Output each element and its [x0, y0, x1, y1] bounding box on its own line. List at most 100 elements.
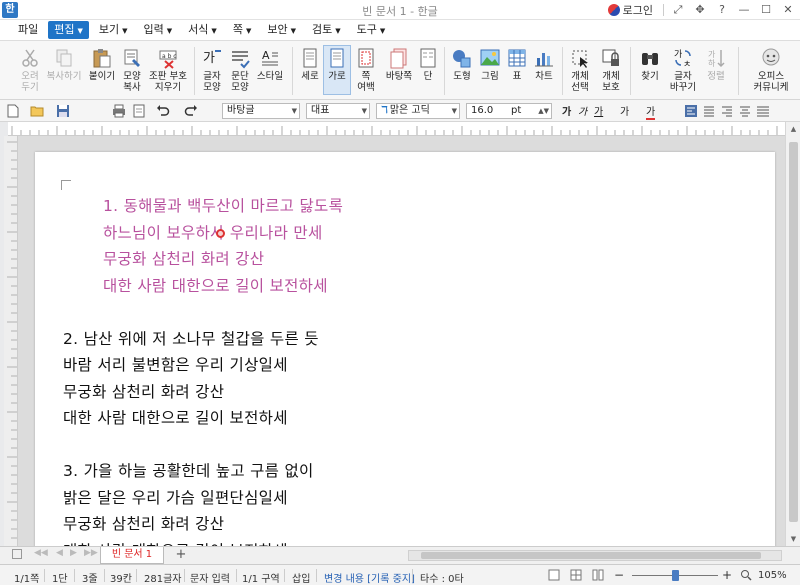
font-size-combo[interactable]: 16.0 pt ▲▼: [466, 103, 552, 119]
align-justify-icon[interactable]: [702, 104, 716, 118]
format-copy-button[interactable]: 모양 복사: [118, 47, 146, 93]
replace-button[interactable]: 가ㅊ 글자 바꾸기: [666, 47, 700, 93]
table-button[interactable]: 표: [503, 47, 531, 82]
para-shape-button[interactable]: 문단 모양: [226, 47, 254, 93]
doc-line[interactable]: 대한 사람 대한으로 길이 보전하세: [103, 274, 328, 296]
minimize-button[interactable]: —: [734, 2, 754, 18]
italic-button[interactable]: 가: [578, 103, 587, 118]
columns-button[interactable]: 단: [414, 47, 442, 82]
fullscreen-icon[interactable]: ⤢: [668, 2, 688, 18]
help-icon[interactable]: ?: [712, 2, 732, 18]
menu-item-7[interactable]: 검토 ▼: [306, 21, 347, 39]
status-insert[interactable]: 삽입: [292, 570, 310, 585]
doc-tab[interactable]: 빈 문서 1: [100, 547, 164, 564]
undo-icon[interactable]: [156, 104, 170, 118]
menu-item-4[interactable]: 서식 ▼: [182, 21, 223, 39]
preview-icon[interactable]: [132, 104, 146, 118]
close-button[interactable]: ✕: [778, 2, 798, 18]
print-icon[interactable]: [112, 104, 126, 118]
doc-line[interactable]: 3. 가을 하늘 공활한데 높고 구름 없이: [63, 459, 314, 481]
style-combo[interactable]: 바탕글 ▼: [222, 103, 300, 119]
document-area[interactable]: 1. 동해물과 백두산이 마르고 닳도록하느님이 보우하사 우리나라 만세무궁화…: [18, 136, 785, 546]
view-multipage-icon[interactable]: [592, 569, 604, 581]
office-communicator-button[interactable]: 오피스 커뮤니케: [746, 47, 796, 93]
bold-button[interactable]: 가: [562, 103, 571, 118]
vertical-scrollbar[interactable]: ▲ ▼: [785, 122, 800, 546]
zoom-level[interactable]: 105%: [758, 570, 787, 581]
style-button[interactable]: A 스타일: [255, 47, 285, 82]
add-tab-button[interactable]: +: [174, 548, 188, 562]
scroll-down-icon[interactable]: ▼: [786, 532, 800, 546]
menu-item-1[interactable]: 편집 ▼: [48, 21, 89, 39]
doc-line[interactable]: 대한 사람 대한으로 길이 보전하세: [63, 539, 288, 547]
tab-nav-next-icon[interactable]: ▶: [70, 548, 77, 558]
vertical-ruler[interactable]: [4, 136, 18, 546]
doc-line[interactable]: 하느님이 보우하사 우리나라 만세: [103, 221, 323, 243]
picture-button[interactable]: 그림: [476, 47, 504, 82]
portrait-button[interactable]: 세로: [296, 47, 324, 82]
clear-marks-button[interactable]: a b c 조판 부호 지우기: [148, 47, 188, 93]
paste-button[interactable]: 붙이기: [88, 47, 116, 82]
select-object-button[interactable]: 개체 선택: [566, 47, 594, 93]
doc-line[interactable]: 1. 동해물과 백두산이 마르고 닳도록: [103, 194, 343, 216]
zoom-out-icon[interactable]: −: [614, 568, 624, 582]
sort-button[interactable]: 가하 정렬: [702, 47, 730, 82]
protect-object-button[interactable]: 개체 보호: [597, 47, 625, 93]
status-page[interactable]: 1/1쪽: [14, 570, 39, 585]
open-folder-icon[interactable]: [30, 104, 44, 118]
landscape-button[interactable]: 가로: [323, 45, 351, 95]
menu-item-5[interactable]: 쪽 ▼: [227, 21, 258, 39]
redo-icon[interactable]: [184, 104, 198, 118]
cut-button[interactable]: 오려 두기: [16, 47, 44, 93]
tab-nav-prev-icon[interactable]: ◀: [56, 548, 63, 558]
document-page[interactable]: 1. 동해물과 백두산이 마르고 닳도록하느님이 보우하사 우리나라 만세무궁화…: [35, 152, 775, 546]
menu-item-8[interactable]: 도구 ▼: [351, 21, 392, 39]
shape-button[interactable]: 도형: [448, 47, 476, 82]
login-button[interactable]: 로그인: [606, 2, 659, 18]
hscroll-thumb[interactable]: [421, 552, 761, 559]
maximize-button[interactable]: ☐: [756, 2, 776, 18]
horizontal-scrollbar[interactable]: [408, 550, 782, 561]
view-mode-icon[interactable]: [12, 549, 22, 559]
zoom-search-icon[interactable]: [740, 569, 752, 581]
master-page-button[interactable]: 바탕쪽: [382, 47, 416, 82]
move-icon[interactable]: ✥: [690, 2, 710, 18]
doc-line[interactable]: 밝은 달은 우리 가슴 일편단심일세: [63, 486, 288, 508]
underline-button[interactable]: 가: [594, 103, 603, 118]
menu-item-2[interactable]: 보기 ▼: [93, 21, 134, 39]
doc-line[interactable]: 바람 서리 불변함은 우리 기상일세: [63, 353, 288, 375]
menu-item-0[interactable]: 파일: [12, 21, 44, 39]
char-shape-button[interactable]: 가 글자 모양: [198, 47, 226, 93]
text-color-button[interactable]: 가: [646, 103, 656, 120]
tab-nav-last-icon[interactable]: ▶▶: [84, 548, 98, 558]
doc-line[interactable]: 2. 남산 위에 저 소나무 철갑을 두른 듯: [63, 327, 319, 349]
doc-line[interactable]: 무궁화 삼천리 화려 강산: [63, 512, 224, 534]
align-center-icon[interactable]: [738, 104, 752, 118]
scroll-up-icon[interactable]: ▲: [786, 122, 800, 136]
doc-line[interactable]: 무궁화 삼천리 화려 강산: [103, 247, 264, 269]
new-doc-icon[interactable]: [6, 104, 20, 118]
status-track-changes[interactable]: 변경 내용 [기록 중지]: [324, 570, 415, 585]
copy-button[interactable]: 복사하기: [46, 47, 82, 82]
view-grid-icon[interactable]: [570, 569, 582, 581]
doc-line[interactable]: 무궁화 삼천리 화려 강산: [63, 380, 224, 402]
align-right-icon[interactable]: [720, 104, 734, 118]
chart-button[interactable]: 차트: [530, 47, 558, 82]
align-distribute-icon[interactable]: [756, 104, 770, 118]
horizontal-ruler[interactable]: [8, 122, 785, 136]
font-combo[interactable]: ℸ 맑은 고딕 ▼: [376, 103, 460, 119]
zoom-in-icon[interactable]: +: [722, 568, 732, 582]
align-left-icon[interactable]: [684, 104, 698, 118]
menu-item-3[interactable]: 입력 ▼: [138, 21, 179, 39]
menu-item-6[interactable]: 보안 ▼: [261, 21, 302, 39]
scroll-thumb[interactable]: [789, 142, 798, 522]
language-combo[interactable]: 대표 ▼: [306, 103, 370, 119]
status-input-mode[interactable]: 문자 입력: [190, 570, 230, 585]
strikethrough-button[interactable]: 가: [620, 103, 629, 118]
zoom-slider-thumb[interactable]: [672, 570, 679, 581]
save-icon[interactable]: [56, 104, 70, 118]
tab-nav-first-icon[interactable]: ◀◀: [34, 548, 48, 558]
page-margin-button[interactable]: 쪽 여백: [352, 47, 380, 93]
view-normal-icon[interactable]: [548, 569, 560, 581]
find-button[interactable]: 찾기: [636, 47, 664, 82]
